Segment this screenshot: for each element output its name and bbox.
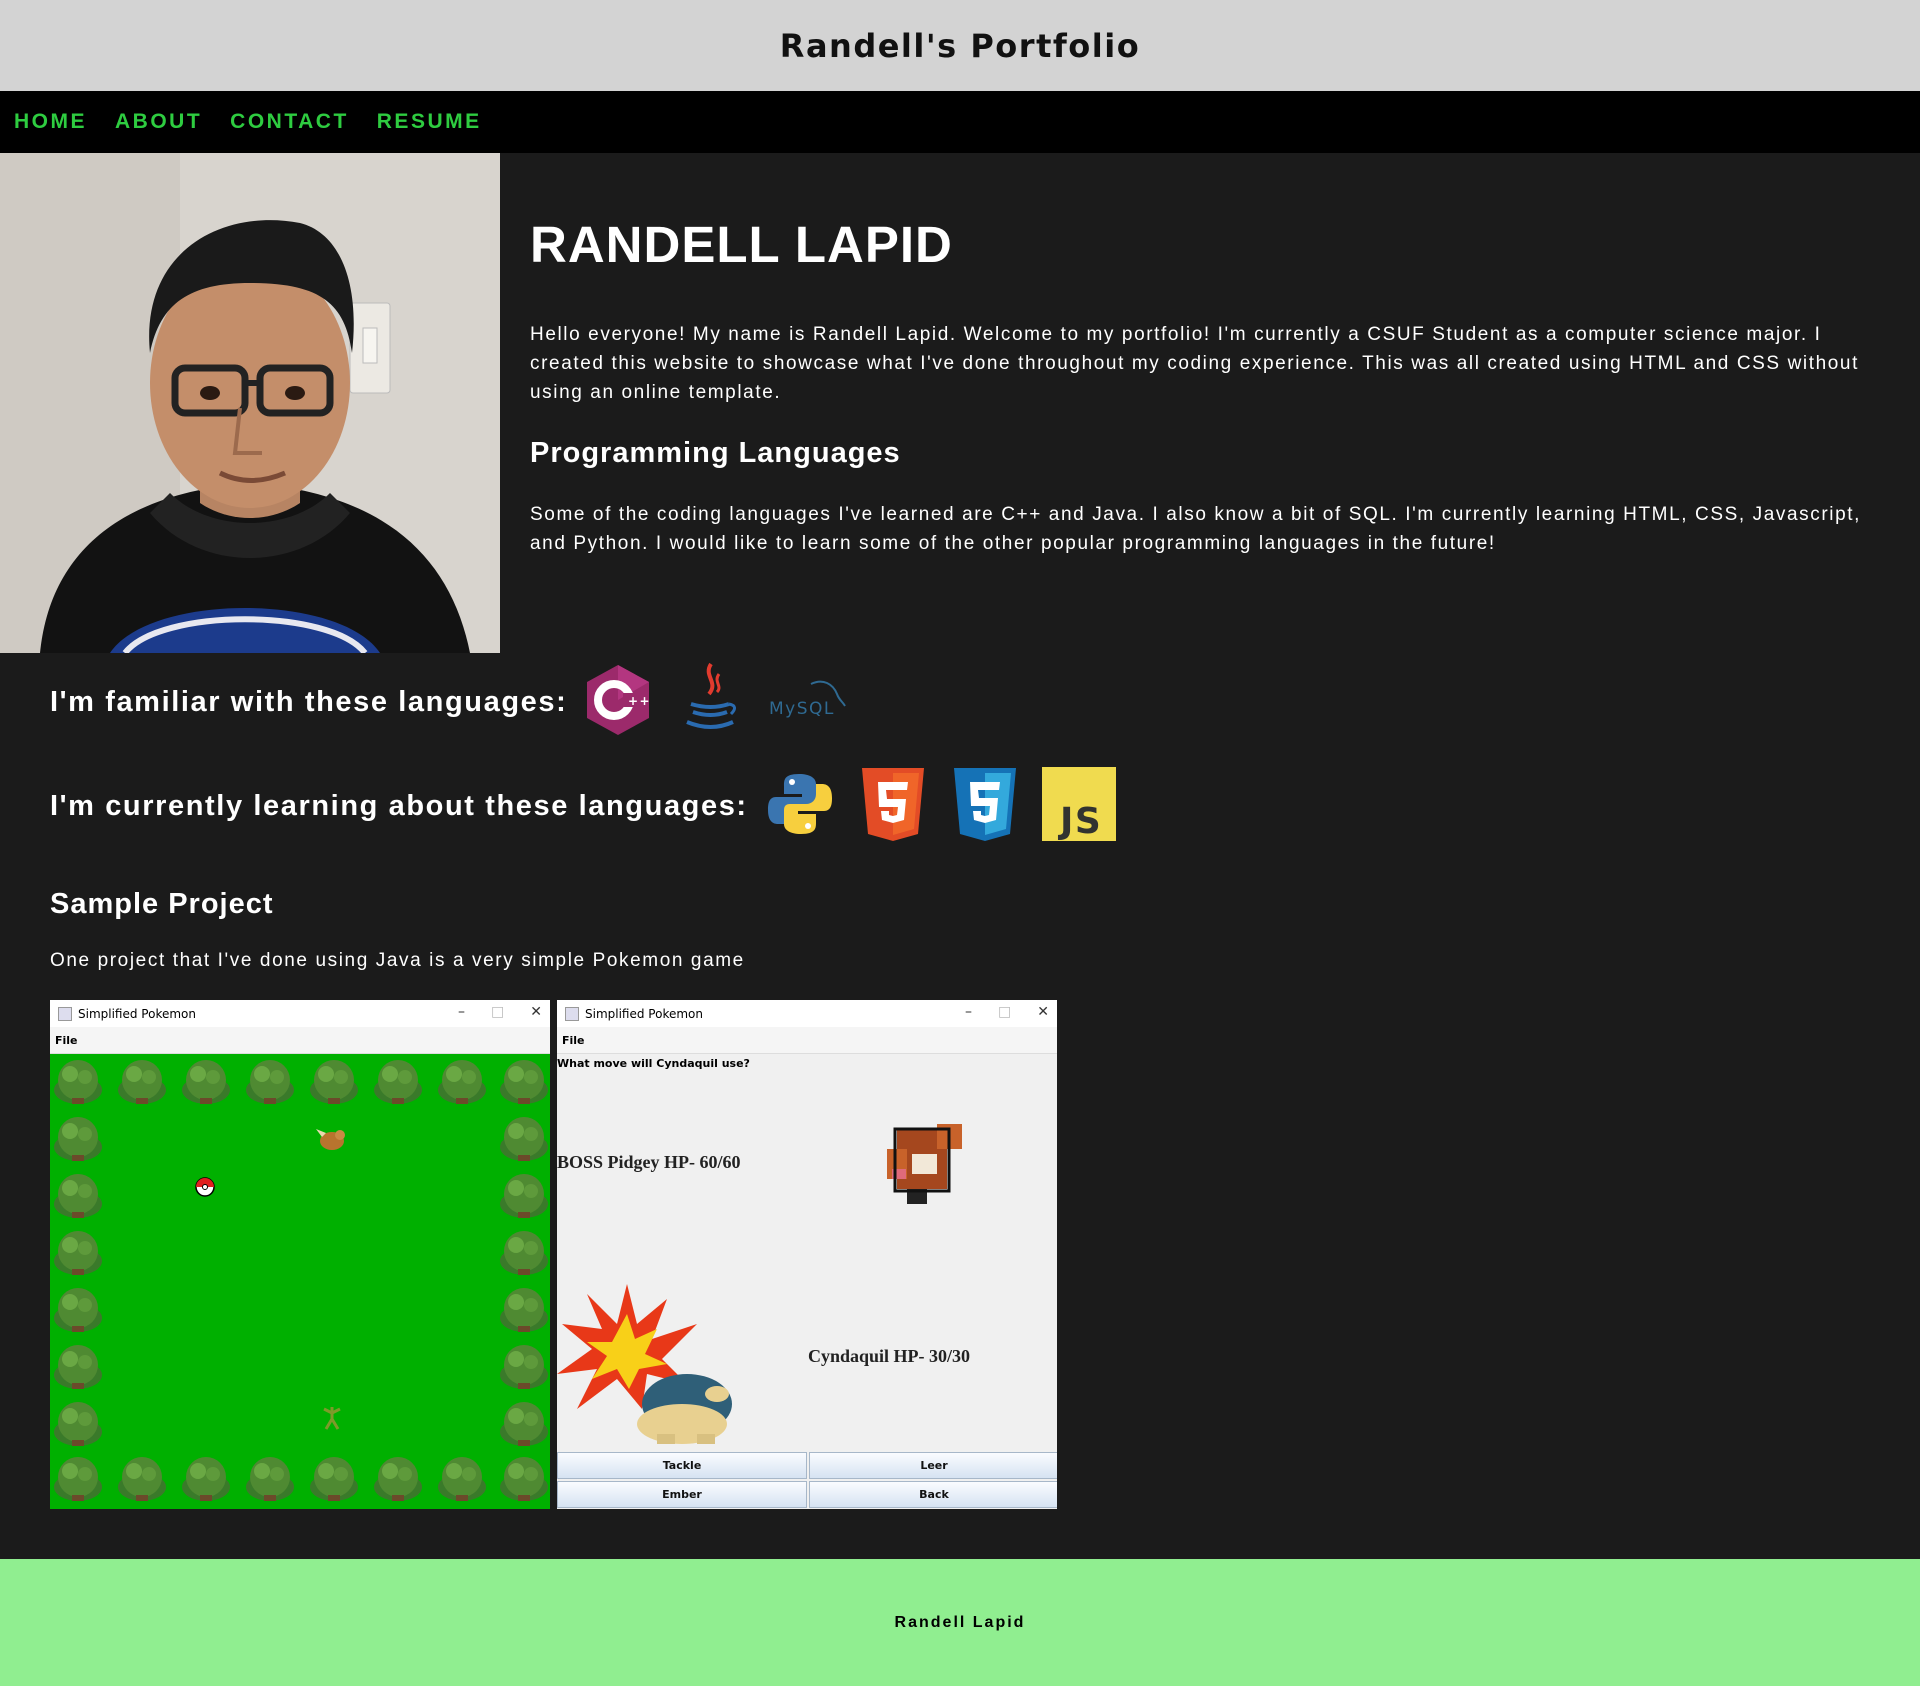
window-title: Simplified Pokemon: [78, 1006, 196, 1021]
learning-heading: I'm currently learning about these langu…: [50, 790, 748, 822]
window-controls: – □ ✕: [965, 1004, 1049, 1020]
ember-button[interactable]: Ember: [557, 1481, 807, 1508]
java-window-icon: [58, 1006, 72, 1021]
nav-resume-link[interactable]: RESUME: [377, 110, 482, 134]
learning-languages-row: I'm currently learning about these langu…: [50, 766, 1138, 847]
minimize-icon[interactable]: –: [965, 1004, 972, 1020]
main-nav: HOME ABOUT CONTACT RESUME: [0, 91, 1920, 153]
battle-prompt: What move will Cyndaquil use?: [557, 1057, 750, 1070]
player-hp-label: Cyndaquil HP- 30/30: [808, 1346, 971, 1366]
back-button[interactable]: Back: [809, 1481, 1057, 1508]
pidgey-sprite: [887, 1124, 962, 1204]
window-menubar: File: [557, 1027, 1057, 1054]
battle-screen: What move will Cyndaquil use? BOSS Pidge…: [557, 1054, 1057, 1509]
leer-button[interactable]: Leer: [809, 1452, 1057, 1479]
maximize-icon[interactable]: □: [491, 1004, 504, 1020]
languages-paragraph: Some of the coding languages I've learne…: [530, 504, 1862, 554]
svg-text:JS: JS: [1057, 801, 1102, 841]
familiar-heading: I'm familiar with these languages:: [50, 686, 568, 718]
maximize-icon[interactable]: □: [998, 1004, 1011, 1020]
svg-text:MySQL: MySQL: [769, 699, 835, 719]
window-menubar: File: [50, 1027, 550, 1054]
familiar-languages-row: I'm familiar with these languages: ++ My…: [50, 660, 869, 745]
close-icon[interactable]: ✕: [1037, 1004, 1049, 1020]
tree-border: [54, 1060, 548, 1501]
site-header: Randell's Portfolio: [0, 0, 1920, 91]
window-title: Simplified Pokemon: [585, 1006, 703, 1021]
close-icon[interactable]: ✕: [530, 1004, 542, 1020]
nav-about-link[interactable]: ABOUT: [115, 110, 202, 134]
site-footer: Randell Lapid: [0, 1559, 1920, 1686]
nav-home-link[interactable]: HOME: [14, 110, 87, 134]
intro-section: RANDELL LAPID Hello everyone! My name is…: [530, 153, 1890, 558]
sample-project-text: One project that I've done using Java is…: [50, 950, 745, 971]
profile-name: RANDELL LAPID: [530, 216, 953, 273]
intro-paragraph: Hello everyone! My name is Randell Lapid…: [530, 324, 1859, 403]
overworld-map: [50, 1054, 550, 1509]
game-screenshot-overworld: Simplified Pokemon – □ ✕ File: [50, 1000, 550, 1509]
java-icon: [675, 660, 745, 745]
languages-heading: Programming Languages: [530, 437, 901, 469]
svg-text:++: ++: [628, 694, 651, 708]
javascript-icon: JS: [1041, 767, 1116, 846]
minimize-icon[interactable]: –: [458, 1004, 465, 1020]
file-menu[interactable]: File: [55, 1034, 78, 1047]
window-titlebar: Simplified Pokemon – □ ✕: [50, 1000, 550, 1027]
site-title: Randell's Portfolio: [779, 26, 1141, 65]
python-icon: [764, 768, 836, 845]
game-screenshot-battle: Simplified Pokemon – □ ✕ File What move …: [557, 1000, 1057, 1509]
java-window-icon: [565, 1006, 579, 1021]
enemy-hp-label: BOSS Pidgey HP- 60/60: [557, 1152, 741, 1172]
html5-icon: [858, 766, 928, 847]
mysql-icon: MySQL: [767, 670, 847, 735]
file-menu[interactable]: File: [562, 1034, 585, 1047]
move-buttons: Tackle Leer Ember Back: [557, 1452, 1057, 1508]
tackle-button[interactable]: Tackle: [557, 1452, 807, 1479]
css3-icon: [950, 766, 1020, 847]
window-controls: – □ ✕: [458, 1004, 542, 1020]
sample-project-heading: Sample Project: [50, 888, 274, 920]
cyndaquil-sprite: [557, 1284, 732, 1444]
window-titlebar: Simplified Pokemon – □ ✕: [557, 1000, 1057, 1027]
profile-photo: [0, 153, 500, 653]
nav-contact-link[interactable]: CONTACT: [230, 110, 349, 134]
cpp-icon: ++: [583, 663, 653, 742]
footer-text: Randell Lapid: [894, 1613, 1026, 1631]
